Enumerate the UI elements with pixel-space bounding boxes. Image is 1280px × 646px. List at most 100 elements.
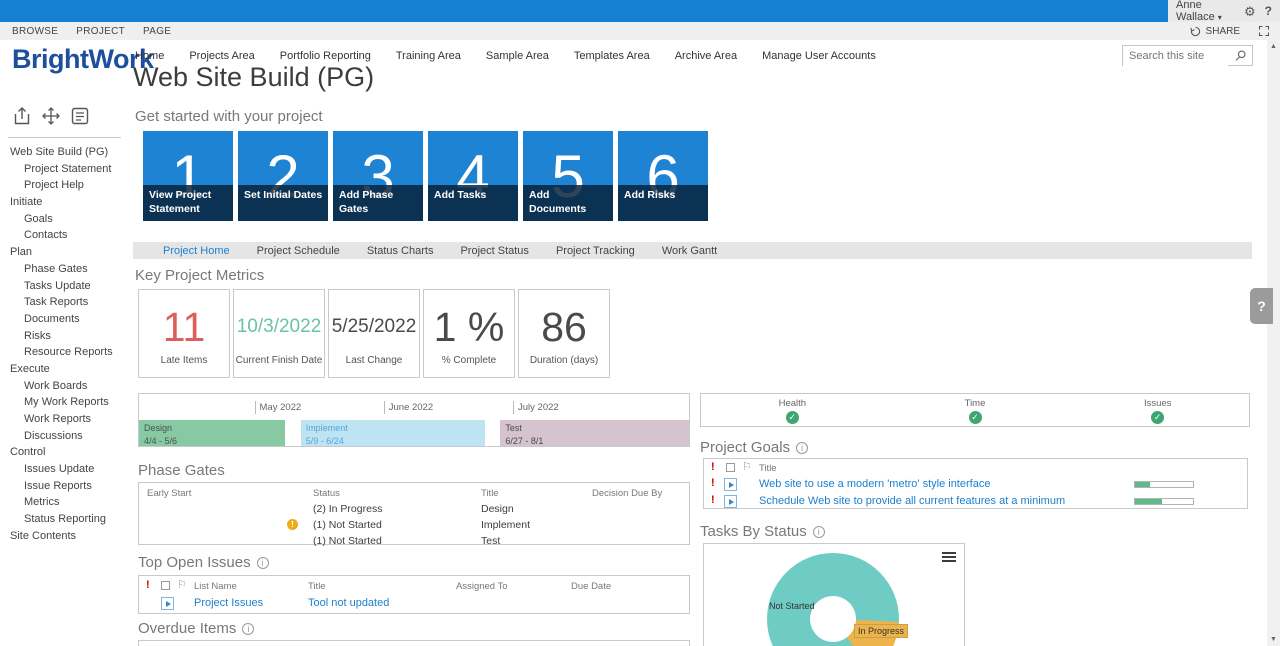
tab-project-home[interactable]: Project Home [163, 245, 230, 257]
metric-percent-complete: 1 % % Complete [423, 289, 515, 378]
metric-label: Duration (days) [529, 355, 599, 366]
tile-add-tasks[interactable]: 4 Add Tasks [428, 131, 518, 221]
tile-add-phase-gates[interactable]: 3 Add Phase Gates [333, 131, 423, 221]
search-icon[interactable] [1234, 49, 1247, 62]
phase-gates-table: Early Start Status Title Decision Due By… [138, 482, 690, 547]
sidebar-item-phase-gates[interactable]: Phase Gates [0, 261, 133, 278]
info-icon[interactable]: i [256, 557, 269, 569]
priority-icon: ! [711, 477, 715, 489]
sidebar-item-goals[interactable]: Goals [0, 211, 133, 228]
table-header-row: ! ⚐ Title [704, 459, 1247, 476]
move-icon[interactable] [40, 105, 62, 127]
metric-cards: 11 Late Items 10/3/2022 Current Finish D… [138, 289, 610, 378]
goal-link[interactable]: Web site to use a modern 'metro' style i… [759, 478, 990, 490]
scroll-up-arrow[interactable]: ▲ [1267, 43, 1280, 50]
issue-title-link[interactable]: Tool not updated [308, 597, 389, 609]
sidebar-item-work-boards[interactable]: Work Boards [0, 378, 133, 395]
gantt-bar-test[interactable]: Test 6/27 - 8/1 [500, 420, 689, 446]
tile-label: Add Phase Gates [339, 189, 394, 215]
sidebar-item-web-site-build[interactable]: Web Site Build (PG) [0, 144, 133, 161]
nav-item-projects-area[interactable]: Projects Area [189, 50, 254, 62]
priority-column-icon: ! [146, 579, 150, 591]
tab-project-schedule[interactable]: Project Schedule [257, 245, 340, 257]
tab-project-tracking[interactable]: Project Tracking [556, 245, 635, 257]
tab-work-gantt[interactable]: Work Gantt [662, 245, 717, 257]
ribbon-tab-browse[interactable]: BROWSE [12, 26, 58, 37]
nav-item-home[interactable]: Home [135, 50, 164, 62]
ribbon-tab-page[interactable]: PAGE [143, 26, 171, 37]
tasks-by-status-heading: Tasks By Status i [700, 523, 825, 540]
metric-current-finish-date: 10/3/2022 Current Finish Date [233, 289, 325, 378]
donut-label-not-started: Not Started [769, 601, 815, 611]
select-all-checkbox[interactable] [161, 581, 170, 590]
tile-set-initial-dates[interactable]: 2 Set Initial Dates [238, 131, 328, 221]
metric-value: 1 % [433, 303, 505, 350]
tab-status-charts[interactable]: Status Charts [367, 245, 434, 257]
gear-icon[interactable]: ⚙ [1244, 5, 1256, 18]
search-input[interactable] [1123, 46, 1228, 66]
nav-item-templates-area[interactable]: Templates Area [574, 50, 650, 62]
sidebar-item-risks[interactable]: Risks [0, 328, 133, 345]
promote-icon[interactable] [11, 105, 33, 127]
sidebar-item-contacts[interactable]: Contacts [0, 227, 133, 244]
phase-gate-row[interactable]: ! (1) Not Started Implement [139, 517, 689, 533]
issue-list-link[interactable]: Project Issues [194, 597, 263, 609]
info-icon[interactable]: i [242, 623, 255, 635]
expand-icon[interactable] [724, 478, 737, 491]
goal-link[interactable]: Schedule Web site to provide all current… [759, 495, 1065, 507]
tile-add-risks[interactable]: 6 Add Risks [618, 131, 708, 221]
sidebar-item-work-reports[interactable]: Work Reports [0, 411, 133, 428]
sidebar-item-tasks-update[interactable]: Tasks Update [0, 278, 133, 295]
priority-column-icon: ! [711, 461, 715, 473]
gantt-bar-design[interactable]: Design 4/4 - 5/6 [139, 420, 285, 446]
expand-icon[interactable] [161, 597, 174, 610]
top-open-issues-heading: Top Open Issues i [138, 554, 269, 571]
sidebar-item-resource-reports[interactable]: Resource Reports [0, 344, 133, 361]
sidebar-item-issue-reports[interactable]: Issue Reports [0, 478, 133, 495]
top-navigation: Home Projects Area Portfolio Reporting T… [135, 50, 876, 62]
column-header: List Name [194, 581, 237, 592]
user-menu[interactable]: Anne Wallace ▾ [1176, 0, 1235, 23]
sidebar-item-discussions[interactable]: Discussions [0, 428, 133, 445]
tile-add-documents[interactable]: 5 Add Documents [523, 131, 613, 221]
nav-item-portfolio-reporting[interactable]: Portfolio Reporting [280, 50, 371, 62]
select-all-checkbox[interactable] [726, 463, 735, 472]
expand-icon[interactable] [724, 495, 737, 508]
share-button[interactable]: SHARE [1206, 26, 1240, 37]
nav-item-training-area[interactable]: Training Area [396, 50, 461, 62]
sidebar-item-execute[interactable]: Execute [0, 361, 133, 378]
sidebar-item-task-reports[interactable]: Task Reports [0, 294, 133, 311]
sidebar-item-issues-update[interactable]: Issues Update [0, 461, 133, 478]
sidebar-item-project-statement[interactable]: Project Statement [0, 161, 133, 178]
gantt-bar-implement[interactable]: Implement 5/9 - 6/24 [300, 420, 486, 446]
sidebar-item-metrics[interactable]: Metrics [0, 494, 133, 511]
help-flyout-tab[interactable]: ? [1250, 288, 1273, 324]
sidebar-item-control[interactable]: Control [0, 444, 133, 461]
phase-gate-row[interactable]: (1) Not Started Test [139, 533, 689, 549]
sidebar-item-initiate[interactable]: Initiate [0, 194, 133, 211]
sidebar-item-site-contents[interactable]: Site Contents [0, 528, 133, 545]
nav-item-archive-area[interactable]: Archive Area [675, 50, 737, 62]
help-icon[interactable]: ? [1265, 5, 1272, 17]
sidebar-item-my-work-reports[interactable]: My Work Reports [0, 394, 133, 411]
sidebar-item-status-reporting[interactable]: Status Reporting [0, 511, 133, 528]
project-status-indicators: Health ✓ Time ✓ Issues ✓ [700, 393, 1250, 427]
focus-mode-icon[interactable] [1258, 25, 1270, 37]
sidebar-item-project-help[interactable]: Project Help [0, 177, 133, 194]
info-icon[interactable]: i [796, 442, 809, 454]
gate-title: Test [481, 535, 501, 547]
phase-gate-row[interactable]: (2) In Progress Design [139, 501, 689, 517]
sidebar-item-plan[interactable]: Plan [0, 244, 133, 261]
tab-project-status[interactable]: Project Status [460, 245, 528, 257]
nav-item-manage-user-accounts[interactable]: Manage User Accounts [762, 50, 876, 62]
info-icon[interactable]: i [812, 526, 825, 538]
edit-links-icon[interactable] [69, 105, 91, 127]
chart-menu-icon[interactable] [942, 552, 956, 564]
ribbon-tab-project[interactable]: PROJECT [76, 26, 125, 37]
sidebar-item-documents[interactable]: Documents [0, 311, 133, 328]
tile-view-project-statement[interactable]: 1 View Project Statement [143, 131, 233, 221]
nav-item-sample-area[interactable]: Sample Area [486, 50, 549, 62]
vertical-scrollbar[interactable]: ▲ ▼ [1267, 40, 1280, 646]
scroll-down-arrow[interactable]: ▼ [1267, 636, 1280, 643]
top-open-issues-table: ! ⚐ List Name Title Assigned To Due Date… [138, 575, 690, 614]
